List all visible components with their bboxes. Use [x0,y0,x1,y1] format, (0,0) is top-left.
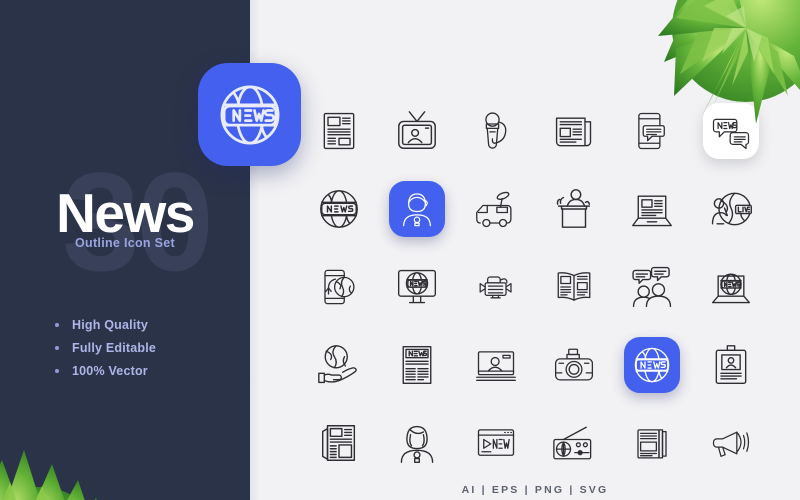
grid-cell-newspapers[interactable] [613,404,691,482]
news-globe-icon [220,85,279,144]
press-podium-icon [556,189,591,228]
mobile-globe-news-icon [324,269,355,305]
hero-app-icon [198,63,301,166]
satellite-news-van-icon [475,191,512,228]
grid-cell-phone-chat-news[interactable] [613,92,691,170]
grid-cell-news-document[interactable] [378,326,456,404]
page-title: News [56,182,195,244]
blue-highlight-card [389,181,446,237]
newspapers-icon [637,429,668,459]
press-id-badge-icon [715,345,747,385]
grid-cell-news-globe-outline[interactable] [300,170,378,248]
list-item: 100% Vector [55,364,235,378]
megaphone-icon [712,431,749,457]
succulent-plant-bottom-left [0,402,122,500]
grid-cell-microphone[interactable] [457,92,535,170]
grid-cell-folded-newspaper[interactable] [535,92,613,170]
grid-cell-laptop-news[interactable] [613,170,691,248]
reporter-avatar-icon [403,193,432,227]
newspaper-stack-icon [322,425,356,461]
plant-leaves-icon [0,450,97,500]
grid-cell-reporter-avatar[interactable] [378,170,456,248]
laptop-news-globe-icon [711,273,750,304]
radio-receiver-icon [553,426,592,460]
grid-cell-newspaper-article[interactable] [300,92,378,170]
female-reporter-icon [401,425,434,463]
grid-cell-radio-receiver[interactable] [535,404,613,482]
bullet-dot-icon [55,323,59,327]
bullet-dot-icon [55,369,59,373]
video-news-browser-icon [477,429,514,456]
phone-chat-news-icon [638,112,666,150]
bullet-dot-icon [55,346,59,350]
grid-cell-monitor-news-globe[interactable] [378,248,456,326]
grid-cell-video-camera[interactable] [457,248,535,326]
grid-cell-open-magazine[interactable] [535,248,613,326]
newspaper-article-icon [323,112,355,150]
grid-cell-satellite-news-van[interactable] [457,170,535,248]
grid-cell-video-news-browser[interactable] [457,404,535,482]
feature-label: Fully Editable [72,341,157,355]
folded-newspaper-icon [556,117,592,147]
grid-cell-laptop-news-globe[interactable] [692,248,770,326]
broadcast-screen-icon [475,351,516,381]
news-globe-outline-icon [320,190,359,228]
blue-highlight-card [624,337,681,393]
video-camera-icon [479,276,512,299]
feature-list: High Quality Fully Editable 100% Vector [55,318,235,387]
grid-cell-press-podium[interactable] [535,170,613,248]
white-highlight-card [702,103,759,159]
open-magazine-icon [557,272,591,301]
news-globe-filled-icon [635,347,670,383]
monitor-news-globe-icon [398,269,437,304]
list-item: High Quality [55,318,235,332]
microphone-icon [485,112,507,149]
list-item: Fully Editable [55,341,235,355]
feature-label: 100% Vector [72,364,148,378]
grid-cell-mobile-globe-news[interactable] [300,248,378,326]
page-subtitle: Outline Icon Set [75,236,175,250]
grid-cell-hand-holding-globe[interactable] [300,326,378,404]
poster-canvas: 30 News Outline Icon Set High Quality Fu… [0,0,800,500]
grid-cell-photo-camera[interactable] [535,326,613,404]
grid-cell-newspaper-stack[interactable] [300,404,378,482]
grid-cell-press-id-badge[interactable] [692,326,770,404]
grid-cell-female-reporter[interactable] [378,404,456,482]
grid-cell-interview-people[interactable] [613,248,691,326]
grid-cell-television-anchor[interactable] [378,92,456,170]
grid-cell-live-globe-reporter[interactable] [692,170,770,248]
hand-holding-globe-icon [318,345,357,384]
grid-cell-news-chat-bubbles[interactable] [692,92,770,170]
photo-camera-icon [555,348,594,381]
live-globe-reporter-icon [711,192,752,226]
interview-people-icon [632,266,672,308]
file-formats-label: AI | EPS | PNG | SVG [461,484,609,496]
news-document-icon [403,345,432,385]
television-anchor-icon [398,111,437,149]
grid-cell-news-globe-filled[interactable] [613,326,691,404]
grid-cell-broadcast-screen[interactable] [457,326,535,404]
news-chat-bubbles-icon [712,118,749,150]
feature-label: High Quality [72,318,149,332]
grid-cell-megaphone[interactable] [692,404,770,482]
laptop-news-icon [632,195,673,227]
icon-grid [300,92,770,482]
